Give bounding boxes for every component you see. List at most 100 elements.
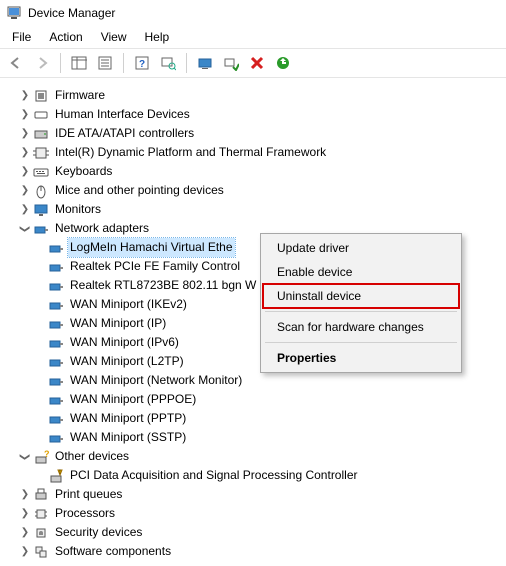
tree-label: WAN Miniport (IKEv2) [68, 295, 189, 314]
tree-label: Network adapters [53, 219, 151, 238]
tree-node-intel-dptf[interactable]: ❯ Intel(R) Dynamic Platform and Thermal … [4, 143, 504, 162]
back-button[interactable] [4, 52, 28, 74]
tree-node-wan-pppoe[interactable]: WAN Miniport (PPPOE) [4, 390, 504, 409]
processor-icon [33, 506, 49, 522]
chevron-right-icon[interactable]: ❯ [18, 89, 32, 103]
context-separator [265, 311, 457, 312]
context-separator [265, 342, 457, 343]
context-update-driver[interactable]: Update driver [263, 236, 459, 260]
device-manager-icon [6, 5, 22, 21]
tree-label: WAN Miniport (PPTP) [68, 409, 188, 428]
network-adapter-icon [48, 335, 64, 351]
menu-view[interactable]: View [93, 28, 135, 46]
context-menu: Update driver Enable device Uninstall de… [260, 233, 462, 373]
window-title: Device Manager [28, 6, 115, 20]
tree-label: Realtek RTL8723BE 802.11 bgn W [68, 276, 258, 295]
uninstall-device-button[interactable] [245, 52, 269, 74]
tree-node-wan-sstp[interactable]: WAN Miniport (SSTP) [4, 428, 504, 447]
network-adapter-icon [48, 392, 64, 408]
tree-node-hid[interactable]: ❯ Human Interface Devices [4, 105, 504, 124]
software-components-icon [33, 544, 49, 560]
menubar: File Action View Help [0, 26, 506, 48]
tree-label: WAN Miniport (Network Monitor) [68, 371, 244, 390]
chevron-right-icon[interactable]: ❯ [18, 146, 32, 160]
network-adapter-icon [48, 354, 64, 370]
tree-label: IDE ATA/ATAPI controllers [53, 124, 196, 143]
chevron-right-icon[interactable]: ❯ [18, 545, 32, 559]
menu-help[interactable]: Help [137, 28, 178, 46]
tree-node-ide[interactable]: ❯ IDE ATA/ATAPI controllers [4, 124, 504, 143]
tree-label: WAN Miniport (L2TP) [68, 352, 186, 371]
scan-hardware-button[interactable] [156, 52, 180, 74]
context-enable-device[interactable]: Enable device [263, 260, 459, 284]
tree-label: Processors [53, 504, 117, 523]
tree-label: WAN Miniport (IP) [68, 314, 168, 333]
tree-node-mice[interactable]: ❯ Mice and other pointing devices [4, 181, 504, 200]
network-adapter-icon [48, 411, 64, 427]
firmware-icon [33, 88, 49, 104]
forward-button[interactable] [30, 52, 54, 74]
tree-label: Firmware [53, 86, 107, 105]
chevron-right-icon[interactable]: ❯ [18, 526, 32, 540]
mouse-icon [33, 183, 49, 199]
chevron-right-icon[interactable]: ❯ [18, 108, 32, 122]
tree-label: Keyboards [53, 162, 114, 181]
menu-file[interactable]: File [4, 28, 39, 46]
titlebar: Device Manager [0, 0, 506, 26]
tree-label: Intel(R) Dynamic Platform and Thermal Fr… [53, 143, 328, 162]
tree-label: WAN Miniport (IPv6) [68, 333, 181, 352]
chevron-right-icon[interactable]: ❯ [18, 184, 32, 198]
unknown-device-icon: ! [48, 468, 64, 484]
drive-icon [33, 126, 49, 142]
tree-label: Monitors [53, 200, 103, 219]
context-uninstall-device[interactable]: Uninstall device [263, 284, 459, 308]
context-properties[interactable]: Properties [263, 346, 459, 370]
tree-label: LogMeIn Hamachi Virtual Ethe [68, 238, 235, 257]
network-adapter-icon [48, 259, 64, 275]
chevron-right-icon[interactable]: ❯ [18, 127, 32, 141]
tree-node-print-queues[interactable]: ❯ Print queues [4, 485, 504, 504]
chevron-right-icon[interactable]: ❯ [18, 165, 32, 179]
tree-node-other-devices[interactable]: ❯ ? Other devices [4, 447, 504, 466]
tree-label: WAN Miniport (PPPOE) [68, 390, 198, 409]
show-hide-tree-button[interactable] [67, 52, 91, 74]
svg-text:?: ? [139, 59, 145, 70]
network-adapter-icon [48, 373, 64, 389]
tree-node-wan-pptp[interactable]: WAN Miniport (PPTP) [4, 409, 504, 428]
add-legacy-hardware-button[interactable] [271, 52, 295, 74]
context-scan-hardware[interactable]: Scan for hardware changes [263, 315, 459, 339]
enable-device-button[interactable] [219, 52, 243, 74]
tree-label: Print queues [53, 485, 124, 504]
help-button[interactable]: ? [130, 52, 154, 74]
menu-action[interactable]: Action [41, 28, 90, 46]
chevron-down-icon[interactable]: ❯ [18, 222, 32, 236]
tree-node-keyboards[interactable]: ❯ Keyboards [4, 162, 504, 181]
tree-label: Human Interface Devices [53, 105, 192, 124]
tree-node-processors[interactable]: ❯ Processors [4, 504, 504, 523]
network-adapter-icon [48, 240, 64, 256]
tree-node-firmware[interactable]: ❯ Firmware [4, 86, 504, 105]
tree-node-monitors[interactable]: ❯ Monitors [4, 200, 504, 219]
chevron-right-icon[interactable]: ❯ [18, 507, 32, 521]
chevron-right-icon[interactable]: ❯ [18, 488, 32, 502]
other-devices-icon: ? [33, 449, 49, 465]
update-driver-button[interactable] [193, 52, 217, 74]
tree-label: Other devices [53, 447, 131, 466]
svg-text:?: ? [44, 449, 49, 459]
printer-icon [33, 487, 49, 503]
tree-label: Realtek PCIe FE Family Control [68, 257, 242, 276]
tree-label: Mice and other pointing devices [53, 181, 226, 200]
properties-button[interactable] [93, 52, 117, 74]
tree-node-software[interactable]: ❯ Software components [4, 542, 504, 561]
keyboard-icon [33, 164, 49, 180]
network-adapter-icon [48, 316, 64, 332]
chevron-down-icon[interactable]: ❯ [18, 450, 32, 464]
tree-node-pci-daq[interactable]: ! PCI Data Acquisition and Signal Proces… [4, 466, 504, 485]
tree-node-security[interactable]: ❯ Security devices [4, 523, 504, 542]
network-adapter-icon [48, 297, 64, 313]
hid-icon [33, 107, 49, 123]
security-device-icon [33, 525, 49, 541]
tree-label: PCI Data Acquisition and Signal Processi… [68, 466, 359, 485]
chevron-right-icon[interactable]: ❯ [18, 203, 32, 217]
tree-node-wan-netmon[interactable]: WAN Miniport (Network Monitor) [4, 371, 504, 390]
